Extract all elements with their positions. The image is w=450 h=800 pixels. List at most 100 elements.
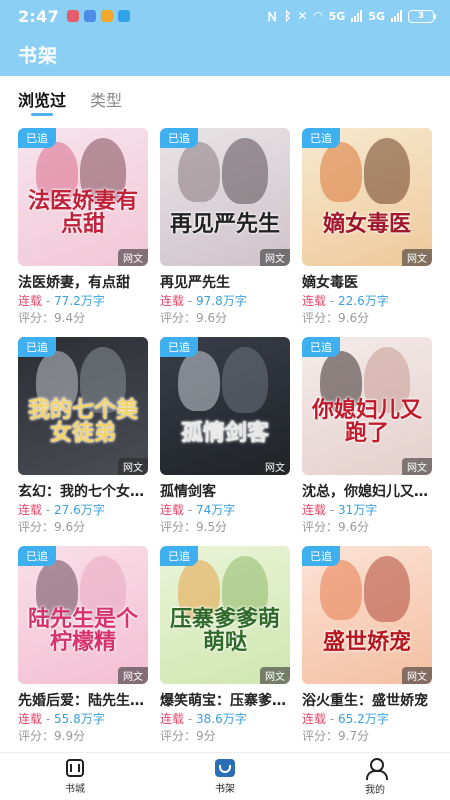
- book-cover[interactable]: 你媳妇儿又跑了 已追 网文: [302, 337, 432, 475]
- cover-title: 盛世娇宠: [322, 628, 411, 655]
- bookshelf-grid: 法医娇妻有点甜 已追 网文 法医娇妻，有点甜 连载 - 77.2万字 评分：9.4分 再见严…: [0, 122, 450, 752]
- cover-art: [160, 128, 290, 266]
- nav-bookshelf-label: 书架: [215, 783, 235, 795]
- book-status: 连载 - 77.2万字: [18, 292, 148, 309]
- followed-badge: 已追: [302, 128, 340, 148]
- tab-active-indicator: [31, 113, 53, 116]
- system-status: Ｎ ᛒ ✕ ◠ 5G 5G 3: [266, 8, 436, 25]
- book-cover[interactable]: 法医娇妻有点甜 已追 网文: [18, 128, 148, 266]
- genre-badge: 网文: [260, 458, 290, 475]
- book-card[interactable]: 再见严先生 已追 网文再见严先生 连载 - 97.8万字 评分：9.6分: [160, 122, 290, 325]
- book-title[interactable]: 沈总，你媳妇儿又跑了: [302, 481, 432, 501]
- mute-icon: ✕: [297, 9, 308, 23]
- cover-figure: [222, 347, 268, 413]
- book-card[interactable]: 法医娇妻有点甜 已追 网文 法医娇妻，有点甜 连载 - 77.2万字 评分：9.4分: [18, 122, 148, 325]
- battery-level: 3: [408, 9, 434, 23]
- word-count: 31万字: [337, 503, 378, 517]
- nav-bookshelf[interactable]: 书架: [150, 753, 300, 800]
- followed-badge: 已追: [302, 337, 340, 357]
- book-cover[interactable]: 我的七个美女徒弟 已追 网文: [18, 337, 148, 475]
- status-separator: -: [184, 294, 196, 308]
- nav-profile[interactable]: 我的: [300, 753, 450, 800]
- cover-figure: [222, 138, 268, 204]
- word-count: 27.6万字: [53, 503, 105, 517]
- nav-profile-label: 我的: [365, 784, 385, 796]
- followed-badge: 已追: [160, 337, 198, 357]
- book-card[interactable]: 盛世娇宠 已追 网文 浴火重生：盛世娇宠 连载 - 65.2万字 评分：9.7分: [302, 540, 432, 743]
- book-title[interactable]: 玄幻：我的七个女徒弟: [18, 481, 148, 501]
- book-status: 连载 - 22.6万字: [302, 292, 432, 309]
- cover-figure: [364, 556, 410, 622]
- book-score: 评分：9.9分: [18, 729, 86, 743]
- serial-status: 连载: [18, 294, 43, 308]
- app-header: 书架: [0, 32, 450, 76]
- bluetooth-icon: ᛒ: [284, 9, 292, 23]
- followed-badge: 已追: [18, 546, 56, 566]
- cover-title: 陆先生是个柠檬精: [27, 605, 138, 655]
- tab-browsed[interactable]: 浏览过: [18, 76, 66, 122]
- serial-status: 连载: [160, 712, 185, 726]
- book-score: 评分：9.6分: [160, 311, 228, 325]
- nav-book-store[interactable]: 书城: [0, 753, 150, 800]
- book-title[interactable]: 再见严先生: [160, 272, 290, 292]
- word-count: 74万字: [195, 503, 236, 517]
- status-separator: -: [42, 294, 54, 308]
- book-title[interactable]: 浴火重生：盛世娇宠: [302, 690, 432, 710]
- book-cover[interactable]: 陆先生是个柠檬精 已追 网文: [18, 546, 148, 684]
- bottom-navigation: 书城 书架 我的: [0, 752, 450, 800]
- book-card[interactable]: 孤情剑客 已追 网文 孤情剑客 连载 - 74万字 评分：9.5分: [160, 331, 290, 534]
- book-card[interactable]: 压寨爹爹萌萌哒 已追网文爆笑萌宝：压寨爹爹萌萌哒连载 - 38.6万字评分：9分: [160, 540, 290, 743]
- book-title[interactable]: 孤情剑客: [160, 481, 290, 501]
- book-score: 评分：9.6分: [302, 520, 370, 534]
- word-count: 22.6万字: [337, 294, 389, 308]
- serial-status: 连载: [18, 503, 43, 517]
- book-score: 评分：9分: [160, 729, 216, 743]
- book-status: 连载 - 97.8万字: [160, 292, 290, 309]
- book-card[interactable]: 我的七个美女徒弟 已追 网文 玄幻：我的七个女徒弟 连载 - 27.6万字 评分：9.6分: [18, 331, 148, 534]
- nav-book-store-label: 书城: [65, 783, 85, 795]
- book-cover[interactable]: 压寨爹爹萌萌哒 已追 网文: [160, 546, 290, 684]
- followed-badge: 已追: [302, 546, 340, 566]
- status-separator: -: [184, 503, 196, 517]
- book-score: 评分：9.4分: [18, 311, 86, 325]
- genre-badge: 网文: [402, 667, 432, 684]
- cover-figure: [320, 560, 362, 620]
- cover-art: [160, 337, 290, 475]
- book-title[interactable]: 嫡女毒医: [302, 272, 432, 292]
- genre-badge: 网文: [260, 667, 290, 684]
- book-title[interactable]: 爆笑萌宝：压寨爹爹萌萌哒: [160, 690, 290, 710]
- status-bar: 2:47 Ｎ ᛒ ✕ ◠ 5G 5G 3: [0, 0, 450, 32]
- notification-icons: [67, 10, 130, 22]
- tab-bar: 浏览过 类型: [0, 76, 450, 122]
- book-cover[interactable]: 盛世娇宠 已追网文: [302, 546, 432, 684]
- book-card[interactable]: 你媳妇儿又跑了 已追 网文 沈总，你媳妇儿又跑了 连载 - 31万字 评分：9.6分: [302, 331, 432, 534]
- book-card[interactable]: 陆先生是个柠檬精 已追网文先婚后爱：陆先生是个柠檬精连载 - 55.8万字评分：9…: [18, 540, 148, 743]
- genre-badge: 网文: [402, 458, 432, 475]
- profile-icon: [365, 757, 388, 780]
- word-count: 65.2万字: [337, 712, 389, 726]
- serial-status: 连载: [302, 294, 327, 308]
- cover-art: [302, 128, 432, 266]
- book-title[interactable]: 先婚后爱：陆先生是个柠檬精: [18, 690, 148, 710]
- cover-title: 我的七个美女徒弟: [27, 396, 138, 446]
- bookshelf-icon: [215, 758, 235, 777]
- genre-badge: 网文: [260, 249, 290, 266]
- cover-title: 法医娇妻有点甜: [27, 187, 138, 237]
- status-separator: -: [326, 294, 338, 308]
- book-cover[interactable]: 孤情剑客 已追 网文: [160, 337, 290, 475]
- status-separator: -: [184, 712, 196, 726]
- cover-figure: [178, 142, 220, 202]
- book-title[interactable]: 法医娇妻，有点甜: [18, 272, 148, 292]
- book-status: 连载 - 65.2万字: [302, 710, 432, 727]
- page-title: 书架: [18, 44, 59, 67]
- genre-badge: 网文: [118, 458, 148, 475]
- tab-type-label: 类型: [90, 91, 123, 110]
- followed-badge: 已追: [18, 128, 56, 148]
- word-count: 55.8万字: [53, 712, 105, 726]
- tab-type[interactable]: 类型: [90, 76, 122, 122]
- book-cover[interactable]: 再见严先生 已追 网文: [160, 128, 290, 266]
- cover-figure: [178, 351, 220, 411]
- book-card[interactable]: 嫡女毒医 已追 网文 嫡女毒医 连载 - 22.6万字 评分：9.6分: [302, 122, 432, 325]
- book-status: 连载 - 27.6万字: [18, 501, 148, 518]
- book-cover[interactable]: 嫡女毒医 已追 网文: [302, 128, 432, 266]
